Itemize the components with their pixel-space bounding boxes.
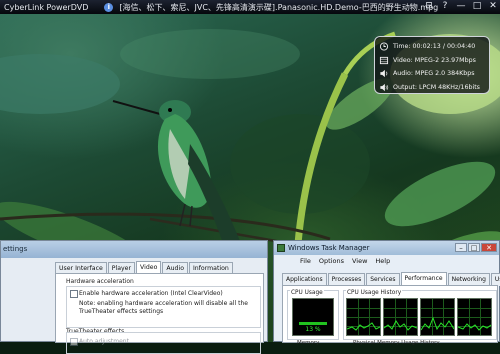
info-icon[interactable]: i xyxy=(104,2,114,12)
output-row: Output: LPCM 48KHz/16bits xyxy=(379,81,489,95)
task-manager-icon xyxy=(277,244,285,252)
task-manager-title: Windows Task Manager xyxy=(288,244,370,252)
time-row: Time: 00:02:13 / 00:04:40 xyxy=(379,40,489,54)
speaker-output-icon xyxy=(380,83,389,91)
file-title: [海信、松下、索尼、JVC、先锋高清演示碟].Panasonic.HD.Demo… xyxy=(119,2,439,12)
help-icon[interactable]: ? xyxy=(440,1,450,12)
cpu-history-label: CPU Usage History xyxy=(346,290,403,296)
output-text: Output: LPCM 48KHz/16bits xyxy=(393,83,480,91)
video-row: Video: MPEG-2 23.97Mbps xyxy=(379,54,489,68)
video-settings-pane: Hardware acceleration Enable hardware ac… xyxy=(55,273,264,354)
mini-mode-icon[interactable]: ⊟ xyxy=(424,1,434,12)
hw-accel-note-2: TrueTheater effects settings xyxy=(79,308,164,315)
cpu-usage-meter: 13 % xyxy=(292,298,334,336)
cpu-usage-group: CPU Usage 13 % xyxy=(287,290,339,340)
task-manager-window[interactable]: Windows Task Manager – □ ✕ File Options … xyxy=(273,240,500,346)
cpu-history-graph-core-3 xyxy=(420,298,455,336)
minimize-button[interactable]: – xyxy=(455,243,467,252)
hummingbird xyxy=(112,100,245,254)
maximize-icon[interactable]: □ xyxy=(472,1,482,12)
video-text: Video: MPEG-2 23.97Mbps xyxy=(393,56,476,64)
speaker-icon xyxy=(380,70,388,78)
task-manager-title-bar[interactable]: Windows Task Manager – □ ✕ xyxy=(274,241,499,255)
auto-adjust-checkbox[interactable] xyxy=(70,338,78,346)
time-text: Time: 00:02:13 / 00:04:40 xyxy=(393,43,476,51)
app-title: CyberLink PowerDVD xyxy=(4,2,89,12)
menu-options[interactable]: Options xyxy=(319,257,344,267)
cpu-history-graph-core-4 xyxy=(457,298,492,336)
cpu-history-group: CPU Usage History xyxy=(343,290,497,340)
film-icon xyxy=(379,56,389,64)
minimize-icon[interactable]: — xyxy=(456,1,466,12)
player-title-bar[interactable]: CyberLink PowerDVD i [海信、松下、索尼、JVC、先锋高清演… xyxy=(0,0,500,14)
settings-title: ettings xyxy=(1,241,267,258)
menu-file[interactable]: File xyxy=(300,257,311,267)
close-button[interactable]: ✕ xyxy=(481,243,497,252)
hw-accel-group-label: Hardware acceleration xyxy=(66,278,134,285)
tab-performance[interactable]: Performance xyxy=(400,272,447,285)
clock-icon xyxy=(379,42,389,51)
cpu-usage-percent: 13 % xyxy=(305,326,321,333)
menu-view[interactable]: View xyxy=(352,257,367,267)
physical-memory-history-label: Physical Memory Usage History xyxy=(353,340,440,346)
menu-help[interactable]: Help xyxy=(375,257,390,267)
hw-accel-label: Enable hardware acceleration (Intel Clea… xyxy=(79,290,223,297)
cpu-usage-label: CPU Usage xyxy=(290,290,324,296)
hw-accel-note-1: Note: enabling hardware acceleration wil… xyxy=(79,300,248,307)
memory-label: Memory xyxy=(297,340,320,346)
menu-bar: File Options View Help xyxy=(274,255,499,267)
cpu-history-graph-core-2 xyxy=(383,298,418,336)
performance-pane: CPU Usage 13 % CPU Usage History Memory … xyxy=(282,285,498,346)
maximize-button[interactable]: □ xyxy=(468,243,480,252)
cpu-usage-fill xyxy=(299,322,327,325)
close-icon[interactable]: ✕ xyxy=(488,1,498,12)
hw-accel-checkbox[interactable] xyxy=(70,290,78,298)
audio-row: Audio: MPEG 2.0 384Kbps xyxy=(379,67,489,81)
audio-text: Audio: MPEG 2.0 384Kbps xyxy=(393,70,475,78)
cpu-history-graph-core-1 xyxy=(346,298,381,336)
playback-info-overlay: Time: 00:02:13 / 00:04:40 Video: MPEG-2 … xyxy=(374,36,490,94)
settings-window[interactable]: ettings User Interface Player Video Audi… xyxy=(0,240,268,354)
